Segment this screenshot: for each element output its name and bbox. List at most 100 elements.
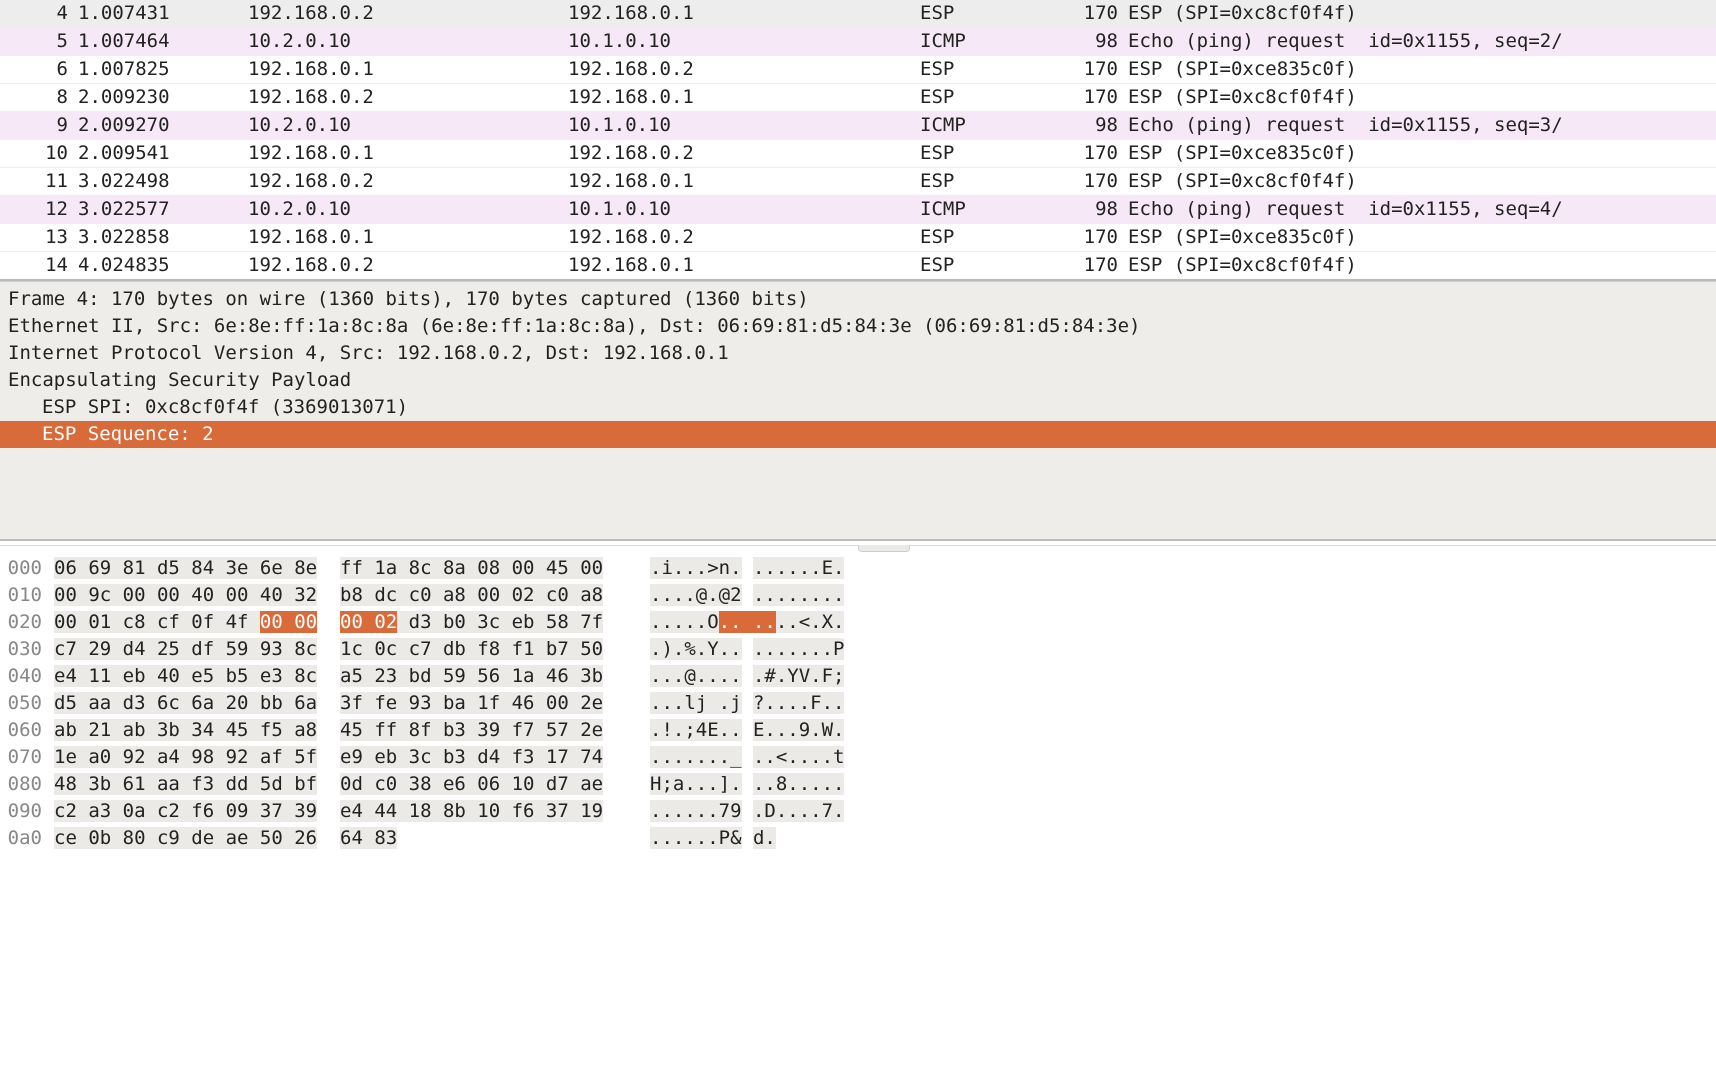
col-no: 9 [0, 112, 68, 139]
col-info: ESP (SPI=0xce835c0f) [1118, 224, 1710, 251]
col-protocol: ESP [920, 140, 1040, 167]
detail-esp-sequence[interactable]: ESP Sequence: 2 [0, 421, 1716, 448]
col-time: 2.009270 [68, 112, 248, 139]
detail-ip[interactable]: Internet Protocol Version 4, Src: 192.16… [8, 340, 1708, 367]
col-protocol: ESP [920, 0, 1040, 27]
packet-details[interactable]: Frame 4: 170 bytes on wire (1360 bits), … [0, 281, 1716, 541]
hex-row[interactable]: 060ab 21 ab 3b 34 45 f5 a8 45 ff 8f b3 3… [0, 717, 1716, 744]
col-dest: 10.1.0.10 [568, 196, 920, 223]
detail-esp-spi[interactable]: ESP SPI: 0xc8cf0f4f (3369013071) [8, 394, 1708, 421]
hex-offset: 0a0 [0, 825, 48, 852]
col-info: ESP (SPI=0xc8cf0f4f) [1118, 0, 1710, 27]
hex-row[interactable]: 0701e a0 92 a4 98 92 af 5f e9 eb 3c b3 d… [0, 744, 1716, 771]
col-source: 192.168.0.1 [248, 224, 568, 251]
packet-row[interactable]: 92.00927010.2.0.1010.1.0.10ICMP98Echo (p… [0, 111, 1716, 139]
packet-row[interactable]: 113.022498192.168.0.2192.168.0.1ESP170ES… [0, 167, 1716, 195]
col-length: 98 [1040, 196, 1118, 223]
hex-row[interactable]: 050d5 aa d3 6c 6a 20 bb 6a 3f fe 93 ba 1… [0, 690, 1716, 717]
col-dest: 192.168.0.2 [568, 140, 920, 167]
pane-splitter[interactable] [0, 545, 1716, 553]
col-source: 192.168.0.2 [248, 0, 568, 27]
col-protocol: ICMP [920, 28, 1040, 55]
col-time: 3.022498 [68, 168, 248, 195]
col-info: ESP (SPI=0xce835c0f) [1118, 140, 1710, 167]
hex-row[interactable]: 02000 01 c8 cf 0f 4f 00 00 00 02 d3 b0 3… [0, 609, 1716, 636]
col-info: ESP (SPI=0xce835c0f) [1118, 56, 1710, 83]
hex-bytes: ce 0b 80 c9 de ae 50 26 64 83 [48, 825, 628, 852]
col-source: 192.168.0.2 [248, 168, 568, 195]
detail-frame[interactable]: Frame 4: 170 bytes on wire (1360 bits), … [8, 286, 1708, 313]
hex-ascii: .).%.Y.. .......P [628, 636, 844, 663]
col-source: 192.168.0.1 [248, 56, 568, 83]
col-source: 10.2.0.10 [248, 112, 568, 139]
hex-bytes: e4 11 eb 40 e5 b5 e3 8c a5 23 bd 59 56 1… [48, 663, 628, 690]
packet-row[interactable]: 41.007431192.168.0.2192.168.0.1ESP170ESP… [0, 0, 1716, 27]
hex-row[interactable]: 01000 9c 00 00 40 00 40 32 b8 dc c0 a8 0… [0, 582, 1716, 609]
col-time: 4.024835 [68, 252, 248, 279]
hex-bytes: 00 01 c8 cf 0f 4f 00 00 00 02 d3 b0 3c e… [48, 609, 628, 636]
hex-ascii: ....@.@2 ........ [628, 582, 844, 609]
col-length: 170 [1040, 168, 1118, 195]
packet-row[interactable]: 51.00746410.2.0.1010.1.0.10ICMP98Echo (p… [0, 27, 1716, 55]
hex-bytes: 48 3b 61 aa f3 dd 5d bf 0d c0 38 e6 06 1… [48, 771, 628, 798]
packet-list[interactable]: 41.007431192.168.0.2192.168.0.1ESP170ESP… [0, 0, 1716, 281]
col-dest: 10.1.0.10 [568, 28, 920, 55]
col-time: 3.022858 [68, 224, 248, 251]
hex-ascii: ......79 .D....7. [628, 798, 844, 825]
col-protocol: ESP [920, 84, 1040, 111]
col-info: ESP (SPI=0xc8cf0f4f) [1118, 252, 1710, 279]
hex-pane[interactable]: 00006 69 81 d5 84 3e 6e 8e ff 1a 8c 8a 0… [0, 541, 1716, 852]
packet-row[interactable]: 102.009541192.168.0.1192.168.0.2ESP170ES… [0, 139, 1716, 167]
hex-ascii: .i...>n. ......E. [628, 555, 844, 582]
detail-ethernet[interactable]: Ethernet II, Src: 6e:8e:ff:1a:8c:8a (6e:… [8, 313, 1708, 340]
col-no: 4 [0, 0, 68, 27]
hex-ascii: ......P& d. [628, 825, 776, 852]
hex-row[interactable]: 090c2 a3 0a c2 f6 09 37 39 e4 44 18 8b 1… [0, 798, 1716, 825]
col-no: 12 [0, 196, 68, 223]
hex-row[interactable]: 040e4 11 eb 40 e5 b5 e3 8c a5 23 bd 59 5… [0, 663, 1716, 690]
col-length: 170 [1040, 0, 1118, 27]
packet-row[interactable]: 61.007825192.168.0.1192.168.0.2ESP170ESP… [0, 55, 1716, 83]
hex-ascii: .!.;4E.. E...9.W. [628, 717, 844, 744]
col-length: 170 [1040, 56, 1118, 83]
hex-row[interactable]: 0a0ce 0b 80 c9 de ae 50 26 64 83......P&… [0, 825, 1716, 852]
hex-ascii: .....O.. ....<.X. [628, 609, 844, 636]
packet-row[interactable]: 123.02257710.2.0.1010.1.0.10ICMP98Echo (… [0, 195, 1716, 223]
col-time: 1.007825 [68, 56, 248, 83]
hex-offset: 050 [0, 690, 48, 717]
hex-row[interactable]: 030c7 29 d4 25 df 59 93 8c 1c 0c c7 db f… [0, 636, 1716, 663]
col-protocol: ESP [920, 224, 1040, 251]
hex-offset: 060 [0, 717, 48, 744]
col-length: 98 [1040, 112, 1118, 139]
hex-ascii: ...@.... .#.YV.F; [628, 663, 844, 690]
hex-ascii: H;a...]. ..8..... [628, 771, 844, 798]
col-source: 192.168.0.2 [248, 252, 568, 279]
hex-bytes: ab 21 ab 3b 34 45 f5 a8 45 ff 8f b3 39 f… [48, 717, 628, 744]
col-length: 170 [1040, 224, 1118, 251]
hex-offset: 040 [0, 663, 48, 690]
packet-row[interactable]: 133.022858192.168.0.1192.168.0.2ESP170ES… [0, 223, 1716, 251]
hex-offset: 010 [0, 582, 48, 609]
col-time: 2.009541 [68, 140, 248, 167]
detail-esp[interactable]: Encapsulating Security Payload [8, 367, 1708, 394]
hex-offset: 020 [0, 609, 48, 636]
col-dest: 192.168.0.1 [568, 0, 920, 27]
hex-row[interactable]: 00006 69 81 d5 84 3e 6e 8e ff 1a 8c 8a 0… [0, 555, 1716, 582]
col-source: 192.168.0.2 [248, 84, 568, 111]
col-protocol: ESP [920, 252, 1040, 279]
col-length: 98 [1040, 28, 1118, 55]
col-dest: 192.168.0.1 [568, 252, 920, 279]
col-no: 13 [0, 224, 68, 251]
col-dest: 192.168.0.2 [568, 224, 920, 251]
hex-offset: 030 [0, 636, 48, 663]
packet-row[interactable]: 144.024835192.168.0.2192.168.0.1ESP170ES… [0, 251, 1716, 279]
hex-bytes: c7 29 d4 25 df 59 93 8c 1c 0c c7 db f8 f… [48, 636, 628, 663]
col-info: Echo (ping) request id=0x1155, seq=2/ [1118, 28, 1710, 55]
col-no: 8 [0, 84, 68, 111]
hex-offset: 000 [0, 555, 48, 582]
col-time: 3.022577 [68, 196, 248, 223]
hex-offset: 070 [0, 744, 48, 771]
packet-row[interactable]: 82.009230192.168.0.2192.168.0.1ESP170ESP… [0, 83, 1716, 111]
hex-row[interactable]: 08048 3b 61 aa f3 dd 5d bf 0d c0 38 e6 0… [0, 771, 1716, 798]
col-info: Echo (ping) request id=0x1155, seq=3/ [1118, 112, 1710, 139]
